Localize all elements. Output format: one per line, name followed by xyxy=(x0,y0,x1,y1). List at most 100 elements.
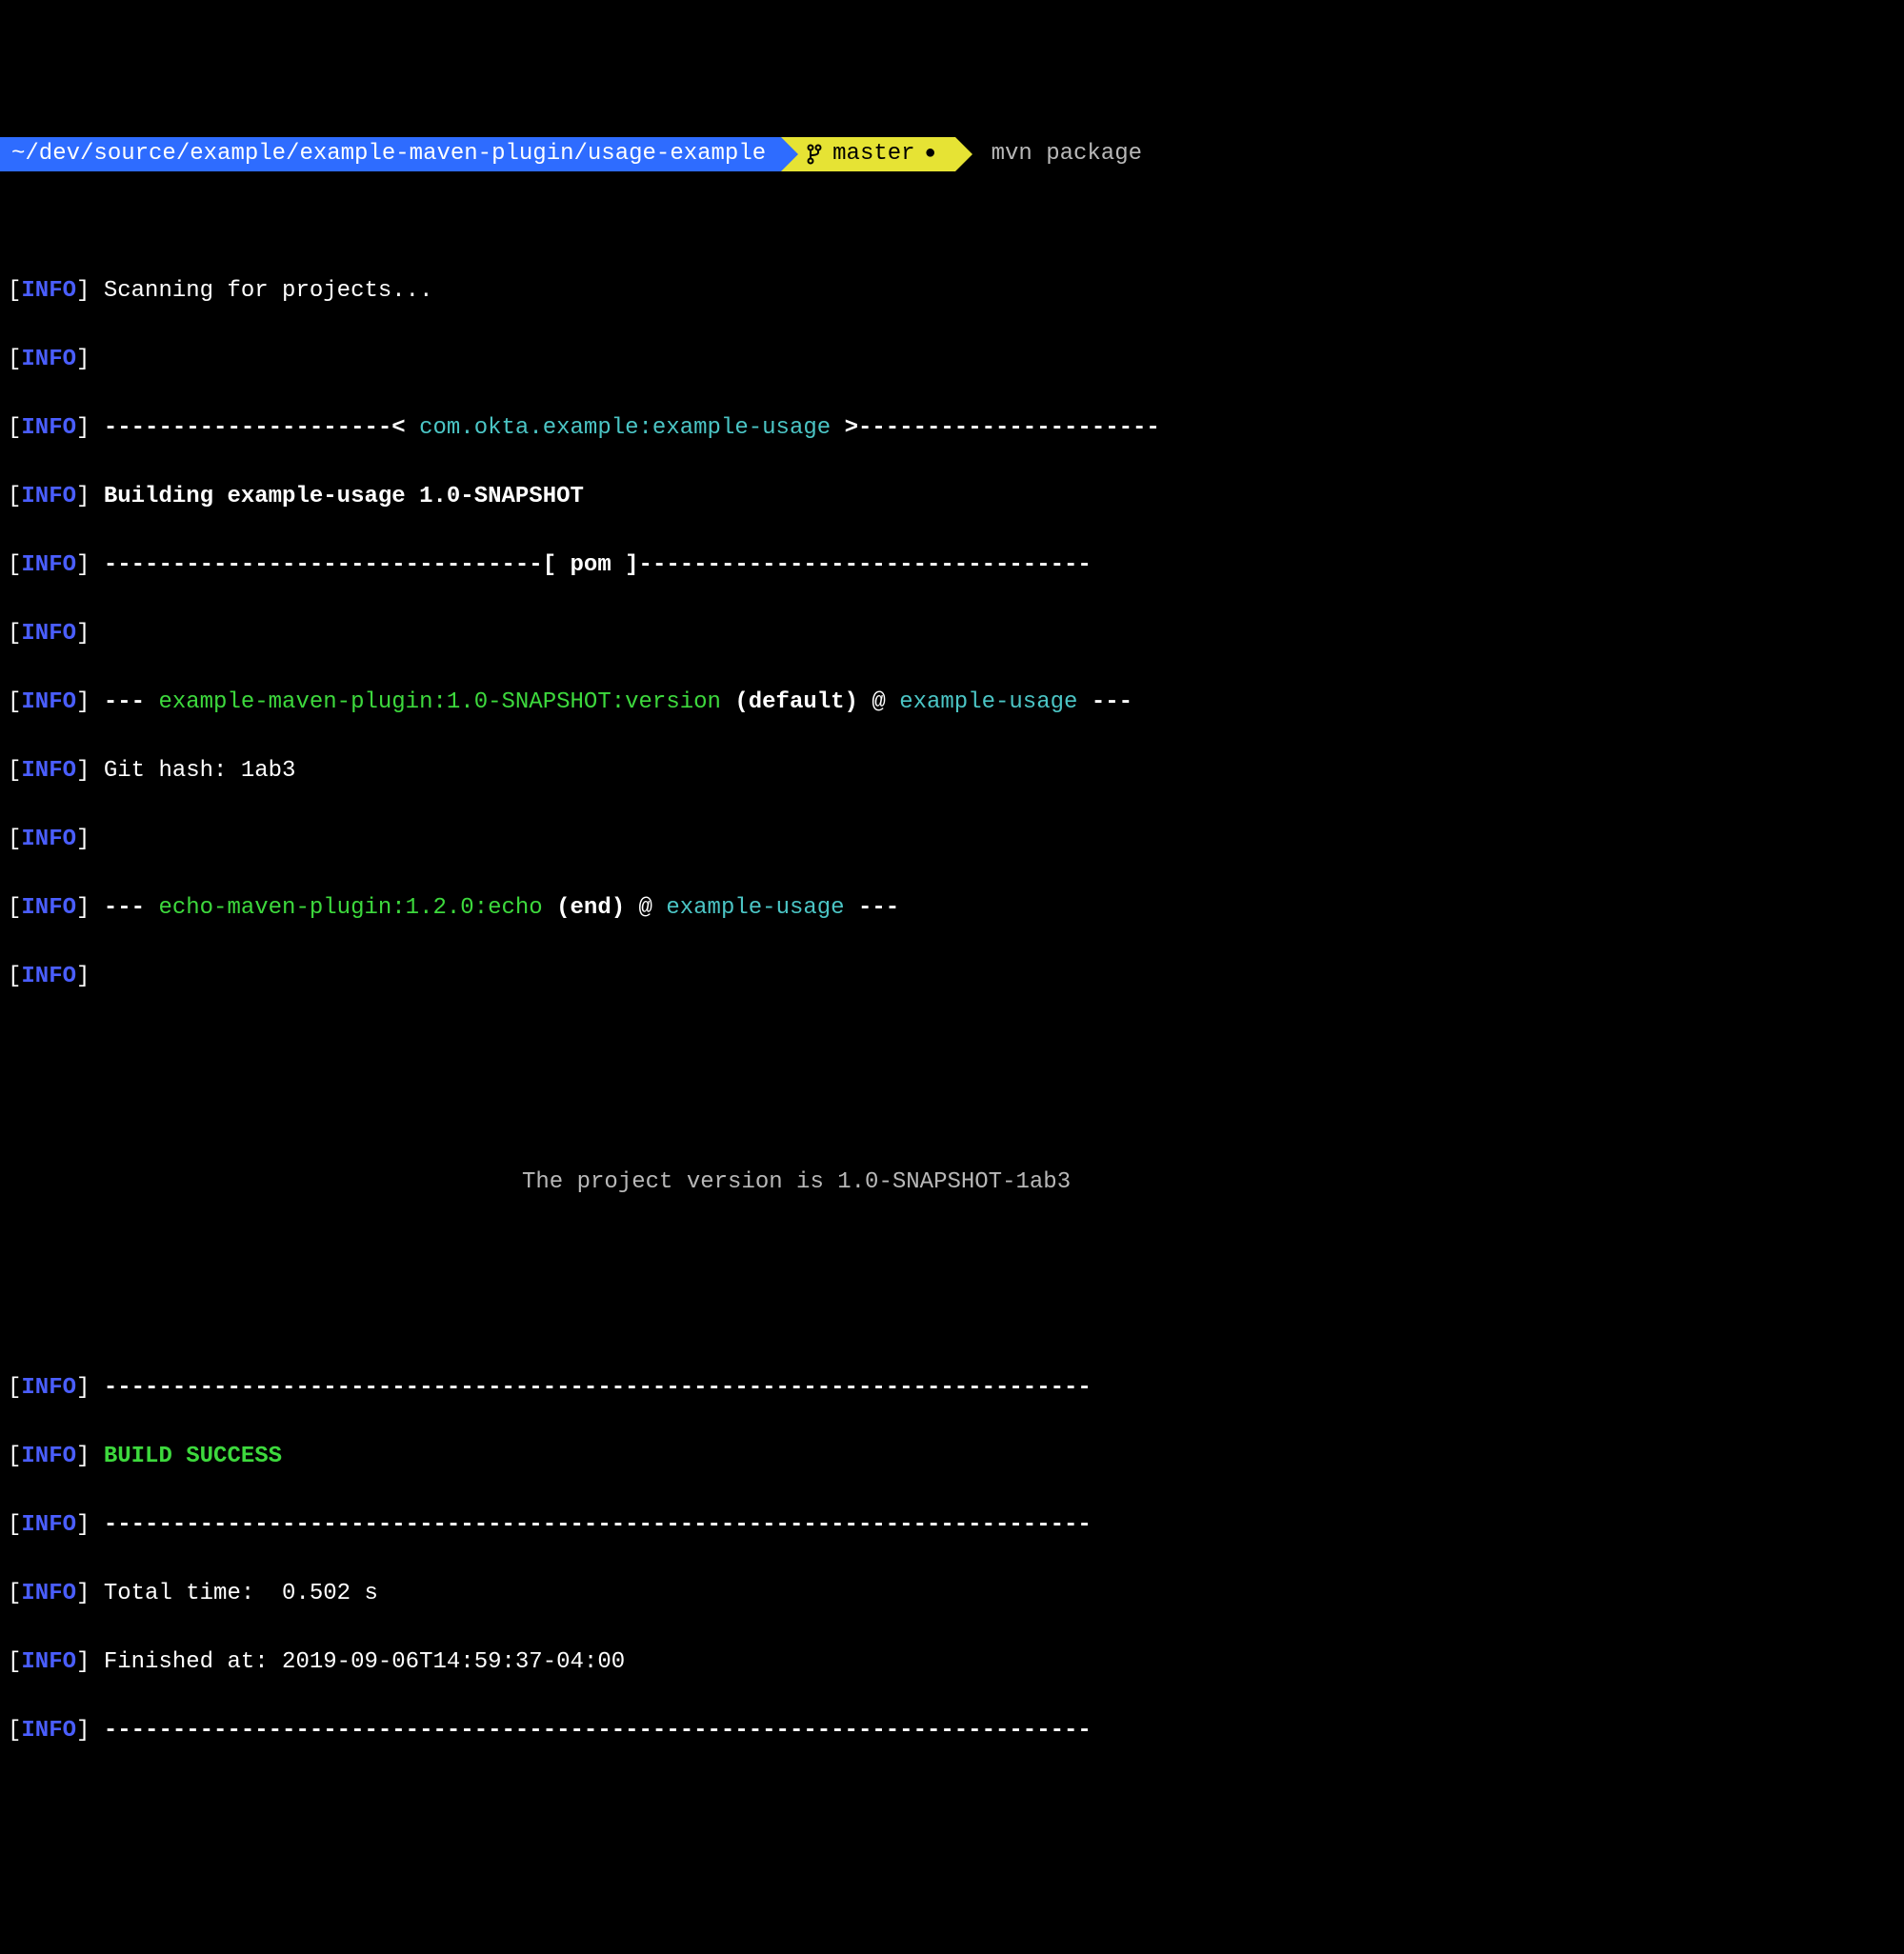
bracket: [ xyxy=(8,621,21,647)
plugin-sep: --- xyxy=(104,689,159,715)
log-line: [INFO] xyxy=(8,343,1896,377)
log-level-info: INFO xyxy=(21,415,76,441)
plugin-project: example-usage xyxy=(899,689,1077,715)
plugin-sep: --- xyxy=(845,895,900,921)
log-level-info: INFO xyxy=(21,758,76,784)
finished-at: Finished at: 2019-09-06T14:59:37-04:00 xyxy=(104,1649,625,1675)
at-sign: @ xyxy=(872,689,899,715)
bracket: [ xyxy=(8,1444,21,1469)
bracket: ] xyxy=(76,347,90,372)
blank-line xyxy=(8,1303,1896,1337)
prompt-git-segment: master ● xyxy=(781,137,954,171)
blank-line xyxy=(8,1097,1896,1131)
git-branch-icon xyxy=(806,144,823,165)
log-line: [INFO] ---------------------------------… xyxy=(8,1508,1896,1543)
bracket: [ xyxy=(8,347,21,372)
prompt-separator-icon xyxy=(781,137,798,171)
bracket: ] xyxy=(76,895,90,921)
log-level-info: INFO xyxy=(21,1375,76,1401)
log-level-info: INFO xyxy=(21,347,76,372)
bracket: ] xyxy=(76,621,90,647)
log-level-info: INFO xyxy=(21,827,76,852)
log-line: [INFO] Scanning for projects... xyxy=(8,274,1896,309)
shell-prompt[interactable]: ~/dev/source/example/example-maven-plugi… xyxy=(0,137,1904,171)
blank-line xyxy=(8,1028,1896,1063)
log-level-info: INFO xyxy=(21,689,76,715)
log-level-info: INFO xyxy=(21,621,76,647)
prompt-separator-icon xyxy=(955,137,972,171)
log-level-info: INFO xyxy=(21,964,76,989)
bracket: [ xyxy=(8,1581,21,1606)
log-line: [INFO] xyxy=(8,823,1896,857)
building-header: Building example-usage 1.0-SNAPSHOT xyxy=(104,484,584,509)
log-line: [INFO] ---------------------------------… xyxy=(8,1714,1896,1748)
separator: --------------------------------[ xyxy=(104,552,571,578)
bracket: ] xyxy=(76,552,90,578)
log-level-info: INFO xyxy=(21,552,76,578)
log-line: [INFO] Total time: 0.502 s xyxy=(8,1577,1896,1611)
packaging-type: pom xyxy=(571,552,611,578)
prompt-command: mvn package xyxy=(972,137,1142,171)
bracket: [ xyxy=(8,895,21,921)
bracket: [ xyxy=(8,484,21,509)
separator: >---------------------- xyxy=(831,415,1160,441)
git-branch-name: master xyxy=(832,137,914,171)
git-dirty-indicator-icon: ● xyxy=(925,137,936,171)
log-line: [INFO] Finished at: 2019-09-06T14:59:37-… xyxy=(8,1645,1896,1680)
separator: ---------------------< xyxy=(104,415,419,441)
log-message: Scanning for projects... xyxy=(104,278,433,304)
log-line: [INFO] ---------------------< com.okta.e… xyxy=(8,411,1896,446)
plugin-project: example-usage xyxy=(666,895,844,921)
plugin-sep: --- xyxy=(1077,689,1132,715)
bracket: [ xyxy=(8,1649,21,1675)
bracket: [ xyxy=(8,758,21,784)
separator: ----------------------------------------… xyxy=(104,1718,1092,1744)
bracket: [ xyxy=(8,689,21,715)
log-line: [INFO] --- example-maven-plugin:1.0-SNAP… xyxy=(8,686,1896,720)
log-level-info: INFO xyxy=(21,1649,76,1675)
project-coordinates: com.okta.example:example-usage xyxy=(419,415,831,441)
bracket: ] xyxy=(76,1581,90,1606)
plugin-execution: (end) xyxy=(543,895,639,921)
log-level-info: INFO xyxy=(21,1718,76,1744)
bracket: ] xyxy=(76,827,90,852)
log-line: [INFO] ---------------------------------… xyxy=(8,1371,1896,1406)
bracket: [ xyxy=(8,1718,21,1744)
plugin-goal: echo-maven-plugin:1.2.0:echo xyxy=(158,895,542,921)
separator: ]--------------------------------- xyxy=(611,552,1092,578)
total-time: Total time: 0.502 s xyxy=(104,1581,378,1606)
log-level-info: INFO xyxy=(21,1444,76,1469)
log-line: [INFO] --------------------------------[… xyxy=(8,548,1896,583)
bracket: ] xyxy=(76,484,90,509)
prompt-cwd: ~/dev/source/example/example-maven-plugi… xyxy=(0,137,781,171)
bracket: [ xyxy=(8,827,21,852)
plugin-execution: (default) xyxy=(721,689,872,715)
build-success: BUILD SUCCESS xyxy=(104,1444,282,1469)
log-line: [INFO] xyxy=(8,960,1896,994)
git-hash-line: Git hash: 1ab3 xyxy=(104,758,296,784)
plugin-goal: example-maven-plugin:1.0-SNAPSHOT:versio… xyxy=(158,689,721,715)
bracket: [ xyxy=(8,964,21,989)
plugin-sep: --- xyxy=(104,895,159,921)
terminal-output: [INFO] Scanning for projects... [INFO] [… xyxy=(0,240,1904,1783)
bracket: ] xyxy=(76,1512,90,1538)
bracket: [ xyxy=(8,1375,21,1401)
bracket: ] xyxy=(76,415,90,441)
bracket: ] xyxy=(76,278,90,304)
at-sign: @ xyxy=(639,895,667,921)
bracket: ] xyxy=(76,964,90,989)
bracket: [ xyxy=(8,1512,21,1538)
log-line: [INFO] BUILD SUCCESS xyxy=(8,1440,1896,1474)
echo-output-line: The project version is 1.0-SNAPSHOT-1ab3 xyxy=(8,1166,1896,1200)
log-line: [INFO] Building example-usage 1.0-SNAPSH… xyxy=(8,480,1896,514)
log-level-info: INFO xyxy=(21,278,76,304)
blank-line xyxy=(8,1234,1896,1268)
separator: ----------------------------------------… xyxy=(104,1375,1092,1401)
log-line: [INFO] Git hash: 1ab3 xyxy=(8,754,1896,788)
log-line: [INFO] --- echo-maven-plugin:1.2.0:echo … xyxy=(8,891,1896,926)
bracket: ] xyxy=(76,1649,90,1675)
separator: ----------------------------------------… xyxy=(104,1512,1092,1538)
log-level-info: INFO xyxy=(21,484,76,509)
bracket: ] xyxy=(76,1375,90,1401)
bracket: [ xyxy=(8,278,21,304)
